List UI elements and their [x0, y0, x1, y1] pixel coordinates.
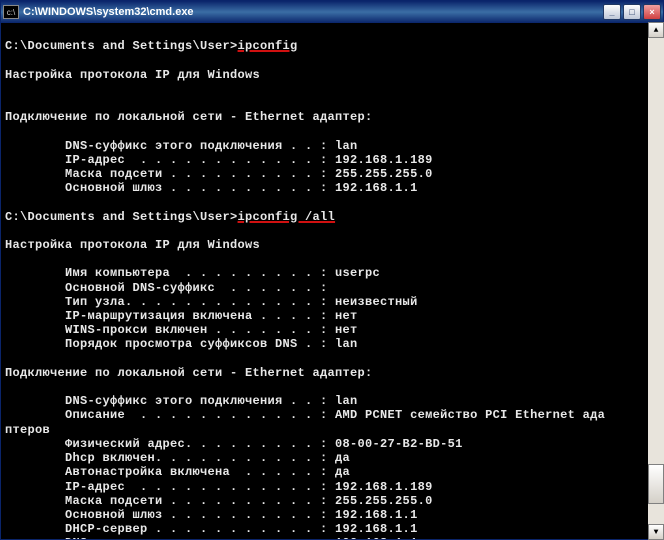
minimize-button[interactable]: _	[603, 4, 621, 20]
scrollbar-thumb[interactable]	[648, 464, 664, 504]
maximize-button[interactable]: □	[623, 4, 641, 20]
window-title: C:\WINDOWS\system32\cmd.exe	[23, 6, 194, 18]
cmd-ipconfig: ipconfig	[238, 39, 298, 53]
scroll-down-button[interactable]: ▼	[648, 524, 664, 540]
vertical-scrollbar[interactable]: ▲ ▼	[648, 22, 664, 540]
cmd-window: c:\ C:\WINDOWS\system32\cmd.exe _ □ × C:…	[0, 0, 664, 540]
scrollbar-track[interactable]	[648, 38, 664, 524]
terminal-output[interactable]: C:\Documents and Settings\User>ipconfig …	[1, 23, 663, 539]
titlebar[interactable]: c:\ C:\WINDOWS\system32\cmd.exe _ □ ×	[1, 1, 663, 23]
close-button[interactable]: ×	[643, 4, 661, 20]
window-icon: c:\	[3, 5, 19, 19]
scroll-up-button[interactable]: ▲	[648, 22, 664, 38]
cmd-ipconfig-all: ipconfig /all	[238, 210, 336, 224]
